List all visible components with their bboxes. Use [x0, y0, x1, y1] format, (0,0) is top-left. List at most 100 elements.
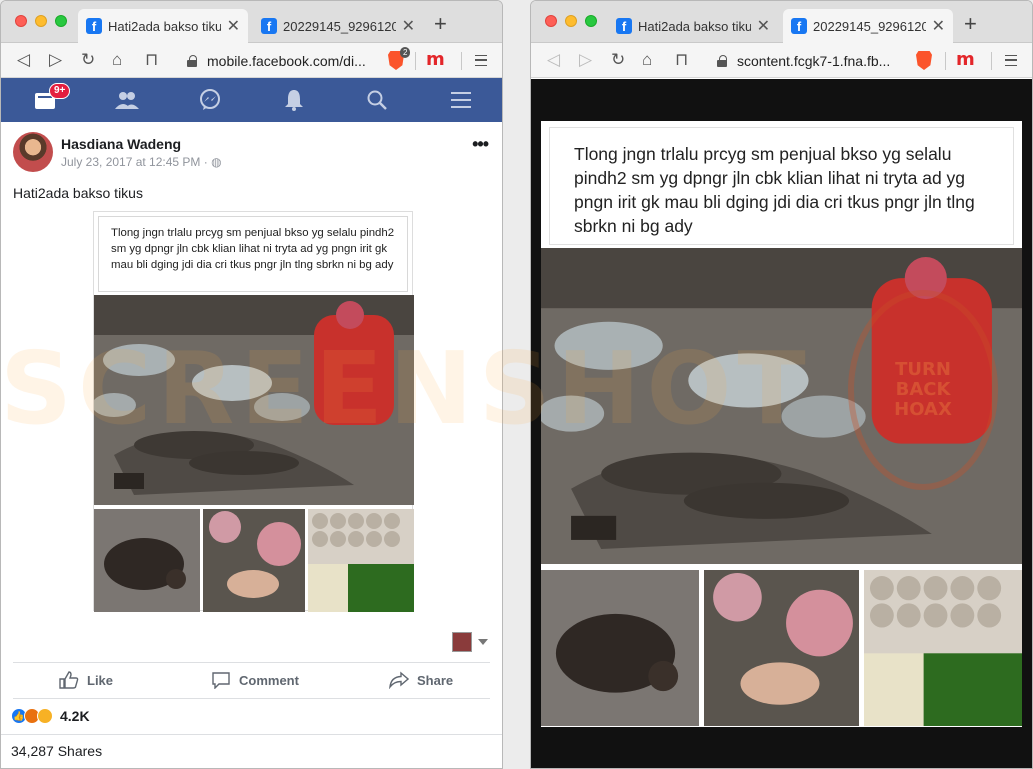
photo-butchering: [704, 570, 859, 726]
tab-bar: f Hati2ada bakso tikus ✕ f 20229145_9296…: [1, 1, 502, 43]
nav-bar: ◁ ▷ ↻ ⌂ ⊓ scontent.fcgk7-1.fna.fb... m: [531, 43, 1032, 78]
close-window-button[interactable]: [545, 15, 557, 27]
post-actions: Like Comment Share: [1, 667, 502, 697]
photo-meatballs: [864, 570, 1022, 726]
tab-title: Hati2ada bakso tikus: [108, 18, 221, 34]
facebook-icon: f: [791, 18, 807, 34]
wow-reaction-icon: [37, 708, 53, 724]
like-button[interactable]: Like: [59, 671, 113, 689]
divider: [13, 662, 490, 663]
reaction-count: 4.2K: [60, 708, 90, 724]
toolbar-divider: [461, 52, 462, 70]
friends-icon[interactable]: [97, 78, 157, 122]
comment-label: Comment: [239, 672, 299, 688]
extension-icon[interactable]: m: [426, 49, 445, 70]
author-avatar[interactable]: [13, 132, 53, 172]
photo-dead-rat: [541, 570, 699, 726]
forward-icon[interactable]: ▷: [49, 50, 62, 70]
tab-post[interactable]: f Hati2ada bakso tikus ✕: [608, 9, 778, 43]
url-text: mobile.facebook.com/di...: [207, 53, 366, 69]
photo-dead-rat: [94, 509, 200, 612]
messenger-icon[interactable]: [180, 78, 240, 122]
left-browser-window: f Hati2ada bakso tikus ✕ f 20229145_9296…: [0, 0, 503, 769]
notification-count-badge: 9+: [49, 83, 71, 99]
tab-title: Hati2ada bakso tikus: [638, 18, 751, 34]
menu-icon[interactable]: [431, 78, 491, 122]
forward-icon[interactable]: ▷: [579, 50, 592, 70]
address-bar[interactable]: mobile.facebook.com/di...: [179, 48, 375, 74]
comment-button[interactable]: Comment: [211, 671, 299, 689]
close-tab-icon[interactable]: ✕: [402, 16, 415, 36]
post-text: Hati2ada bakso tikus: [13, 185, 143, 201]
toolbar-divider: [991, 52, 992, 70]
react-as-selector[interactable]: [452, 632, 488, 652]
close-tab-icon[interactable]: ✕: [227, 16, 240, 36]
toolbar-divider: [415, 52, 416, 70]
zoom-window-button[interactable]: [55, 15, 67, 27]
brave-shields-icon[interactable]: [916, 51, 932, 70]
lock-icon: [187, 55, 197, 67]
share-button[interactable]: Share: [389, 671, 453, 689]
post-timestamp[interactable]: July 23, 2017 at 12:45 PM · ◍: [61, 155, 222, 169]
tab-title: 20229145_92961200: [283, 18, 396, 34]
window-controls: [15, 15, 67, 27]
post-image[interactable]: Tlong jngn trlalu prcyg sm penjual bkso …: [93, 211, 414, 612]
tab-image[interactable]: f 20229145_92961200 ✕: [783, 9, 953, 43]
facebook-icon: f: [616, 18, 632, 34]
share-icon: [389, 671, 409, 689]
close-tab-icon[interactable]: ✕: [932, 16, 945, 36]
home-icon[interactable]: ⌂: [642, 50, 652, 70]
thumbs-up-icon: [59, 671, 79, 689]
share-count[interactable]: 34,287 Shares: [11, 743, 102, 759]
main-photo-rats-and-bowls: [94, 295, 414, 505]
chevron-down-icon: [478, 639, 488, 645]
zoom-window-button[interactable]: [585, 15, 597, 27]
notifications-icon[interactable]: [264, 78, 324, 122]
new-tab-button[interactable]: +: [434, 11, 447, 37]
address-bar[interactable]: scontent.fcgk7-1.fna.fb...: [709, 48, 907, 74]
browser-menu-icon[interactable]: [475, 55, 487, 66]
browser-menu-icon[interactable]: [1005, 55, 1017, 66]
window-controls: [545, 15, 597, 27]
lock-icon: [717, 55, 727, 67]
minimize-window-button[interactable]: [565, 15, 577, 27]
facebook-nav-bar: 9+: [1, 78, 502, 122]
image-caption: Tlong jngn trlalu prcyg sm penjual bkso …: [549, 127, 1014, 245]
divider: [1, 734, 502, 735]
news-feed-icon[interactable]: 9+: [15, 78, 75, 122]
author-name[interactable]: Hasdiana Wadeng: [61, 136, 181, 152]
back-icon[interactable]: ◁: [547, 50, 560, 70]
share-label: Share: [417, 672, 454, 688]
page-avatar-thumbnail: [452, 632, 472, 652]
comment-icon: [212, 672, 230, 689]
close-window-button[interactable]: [15, 15, 27, 27]
tab-title: 20229145_92961200: [813, 18, 926, 34]
search-icon[interactable]: [347, 78, 407, 122]
tab-post[interactable]: f Hati2ada bakso tikus ✕: [78, 9, 248, 43]
reload-icon[interactable]: ↻: [611, 50, 625, 70]
url-text: scontent.fcgk7-1.fna.fb...: [737, 53, 891, 69]
home-icon[interactable]: ⌂: [112, 50, 122, 70]
seal-line: BACK: [895, 379, 951, 400]
shields-count-badge: 2: [400, 47, 411, 58]
more-options-icon[interactable]: •••: [472, 134, 489, 155]
minimize-window-button[interactable]: [35, 15, 47, 27]
facebook-icon: f: [261, 18, 277, 34]
facebook-icon: f: [86, 18, 102, 34]
bookmark-icon[interactable]: ⊓: [145, 50, 158, 70]
extension-icon[interactable]: m: [956, 49, 975, 70]
bookmark-icon[interactable]: ⊓: [675, 50, 688, 70]
seal-line: TURN: [895, 359, 951, 380]
tab-image[interactable]: f 20229145_92961200 ✕: [253, 9, 423, 43]
divider: [13, 698, 490, 699]
new-tab-button[interactable]: +: [964, 11, 977, 37]
close-tab-icon[interactable]: ✕: [757, 16, 770, 36]
reload-icon[interactable]: ↻: [81, 50, 95, 70]
seal-line: HOAX: [894, 399, 952, 420]
facebook-post: Hasdiana Wadeng July 23, 2017 at 12:45 P…: [1, 122, 502, 768]
tab-bar: f Hati2ada bakso tikus ✕ f 20229145_9296…: [531, 1, 1032, 43]
image-caption: Tlong jngn trlalu prcyg sm penjual bkso …: [98, 216, 408, 292]
timestamp-text: July 23, 2017 at 12:45 PM ·: [61, 155, 212, 169]
back-icon[interactable]: ◁: [17, 50, 30, 70]
reactions-summary[interactable]: 👍 4.2K: [11, 708, 90, 724]
